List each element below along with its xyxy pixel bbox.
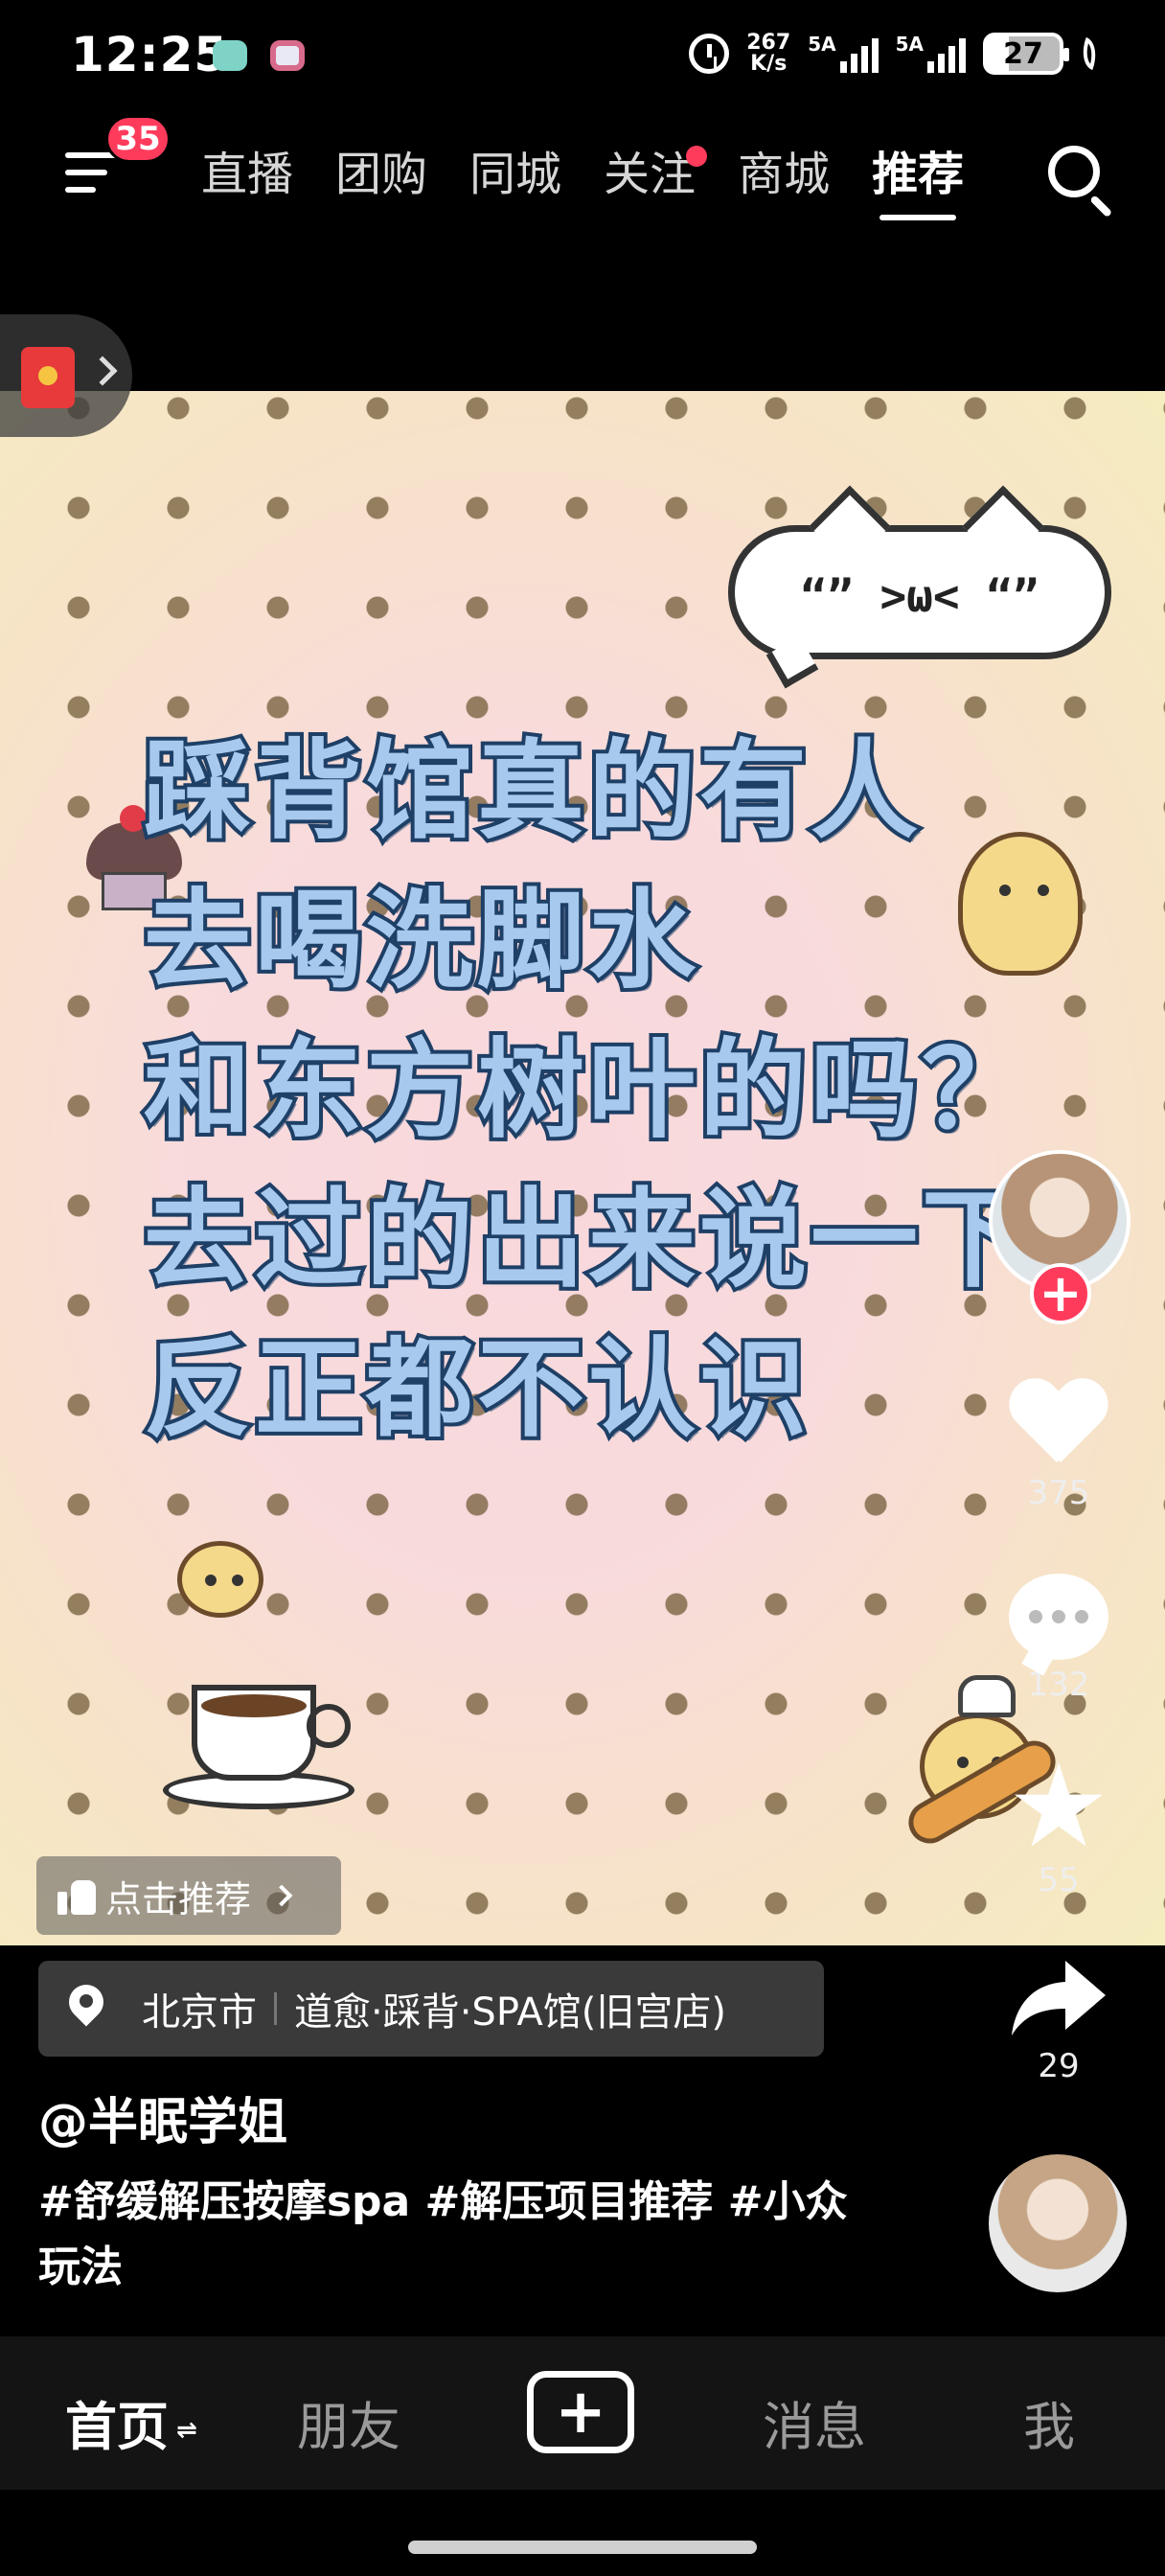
tab-mall[interactable]: 商城 bbox=[717, 144, 851, 205]
comment-icon bbox=[1009, 1574, 1108, 1660]
tab-recommend[interactable]: 推荐 bbox=[851, 144, 985, 205]
unread-dot bbox=[686, 146, 708, 167]
switch-icon: ⇌ bbox=[176, 2416, 197, 2446]
recommend-label: 点击推荐 bbox=[105, 1877, 252, 1920]
caption-line: 去喝洗脚水 bbox=[140, 875, 699, 1007]
battery-level: 27 bbox=[1003, 36, 1043, 71]
red-envelope-icon bbox=[21, 347, 75, 408]
top-nav: 直播 团购 同城 关注 商城 推荐 bbox=[0, 125, 1165, 240]
star-icon: ★ bbox=[1007, 1740, 1110, 1874]
follow-plus-icon[interactable]: + bbox=[1030, 1263, 1091, 1324]
menu-icon[interactable] bbox=[65, 149, 117, 196]
comment-count: 132 bbox=[1027, 1666, 1090, 1704]
power-saving-leaf-icon bbox=[1076, 36, 1103, 71]
chevron-right-icon bbox=[87, 356, 118, 386]
nav-me[interactable]: 我 bbox=[1023, 2384, 1075, 2460]
app-notification-icon bbox=[213, 40, 247, 71]
divider bbox=[274, 1992, 277, 2025]
signal-sim2: 5A bbox=[896, 34, 966, 73]
tab-local[interactable]: 同城 bbox=[448, 144, 582, 205]
like-action[interactable]: 375 bbox=[977, 1380, 1140, 1512]
bottom-nav: 首页 ⇌ 朋友 + 消息 我 bbox=[0, 2336, 1165, 2490]
location-tag[interactable]: 北京市 道愈·踩背·SPA馆(旧宫店) bbox=[38, 1961, 824, 2057]
video-description[interactable]: #舒缓解压按摩spa #解压项目推荐 #小众玩法 bbox=[38, 2170, 881, 2300]
red-packet-entry[interactable] bbox=[0, 314, 132, 437]
status-right-group: 267 K/s 5A 5A 27 bbox=[689, 33, 1103, 75]
tab-following-label: 关注 bbox=[604, 148, 697, 201]
chevron-right-icon bbox=[270, 1884, 293, 1907]
net-speed-value: 267 bbox=[746, 31, 791, 55]
search-icon[interactable] bbox=[1044, 142, 1117, 218]
video-caption: 踩背馆真的有人 去喝洗脚水 和东方树叶的吗？ 去过的出来说一下 反正都不认识 bbox=[140, 717, 1033, 1464]
signal-bars-icon-2 bbox=[927, 34, 966, 73]
recommend-button[interactable]: 点击推荐 bbox=[36, 1856, 341, 1935]
tab-group-buy[interactable]: 团购 bbox=[314, 144, 448, 205]
signal-bars-icon bbox=[839, 34, 879, 73]
status-time: 12:25 bbox=[71, 27, 229, 82]
caption-line: 和东方树叶的吗？ bbox=[140, 1024, 1033, 1157]
top-tabs: 直播 团购 同城 关注 商城 推荐 bbox=[180, 144, 985, 205]
share-count: 29 bbox=[1038, 2047, 1080, 2085]
bubble-face: “” >ω< “” bbox=[800, 570, 1039, 622]
sim2-label: 5A bbox=[895, 33, 924, 56]
speech-bubble-illustration: “” >ω< “” bbox=[728, 485, 1111, 689]
caption-line: 反正都不认识 bbox=[140, 1323, 811, 1456]
thumbs-up-icon bbox=[57, 1876, 96, 1915]
coffee-cup-sticker bbox=[163, 1666, 364, 1809]
nav-home-label: 首页 bbox=[65, 2397, 169, 2457]
menu-badge: 35 bbox=[105, 115, 171, 163]
net-speed: 267 K/s bbox=[746, 33, 790, 75]
battery-icon: 27 bbox=[983, 33, 1069, 75]
location-pin-icon bbox=[67, 1985, 105, 2033]
favorite-count: 55 bbox=[1038, 1861, 1080, 1899]
caption-line: 去过的出来说一下 bbox=[140, 1174, 1033, 1306]
status-bar: 12:25 267 K/s 5A 5A 27 bbox=[0, 0, 1165, 115]
home-indicator[interactable] bbox=[408, 2541, 757, 2554]
location-poi: 道愈·踩背·SPA馆(旧宫店) bbox=[294, 1990, 726, 2035]
tab-live[interactable]: 直播 bbox=[180, 144, 314, 205]
video-player[interactable]: “” >ω< “” 踩背馆真的有人 去喝洗脚水 和东方树叶的吗？ 去过的出来说一… bbox=[0, 391, 1165, 1945]
location-city: 北京市 bbox=[142, 1990, 257, 2035]
like-count: 375 bbox=[1027, 1474, 1090, 1512]
alarm-icon bbox=[689, 34, 730, 74]
bear-sticker-small bbox=[177, 1541, 263, 1618]
heart-icon bbox=[1009, 1380, 1108, 1468]
net-speed-unit: K/s bbox=[750, 52, 788, 76]
comment-action[interactable]: 132 bbox=[977, 1574, 1140, 1704]
create-plus-button[interactable]: + bbox=[527, 2371, 634, 2453]
app-notification-icon-2 bbox=[270, 40, 305, 71]
nav-home[interactable]: 首页 ⇌ bbox=[65, 2384, 197, 2460]
author-username[interactable]: @半眠学姐 bbox=[38, 2082, 287, 2153]
tab-following[interactable]: 关注 bbox=[582, 144, 717, 205]
music-disc-avatar[interactable] bbox=[989, 2154, 1127, 2292]
share-arrow-icon bbox=[1006, 1955, 1111, 2041]
share-action[interactable]: 29 bbox=[977, 1955, 1140, 2085]
sim1-label: 5A bbox=[808, 33, 836, 56]
caption-line: 踩背馆真的有人 bbox=[140, 725, 922, 858]
nav-friends[interactable]: 朋友 bbox=[297, 2384, 400, 2460]
signal-sim1: 5A bbox=[808, 33, 879, 73]
favorite-action[interactable]: ★ 55 bbox=[977, 1740, 1140, 1900]
nav-messages[interactable]: 消息 bbox=[763, 2384, 866, 2460]
